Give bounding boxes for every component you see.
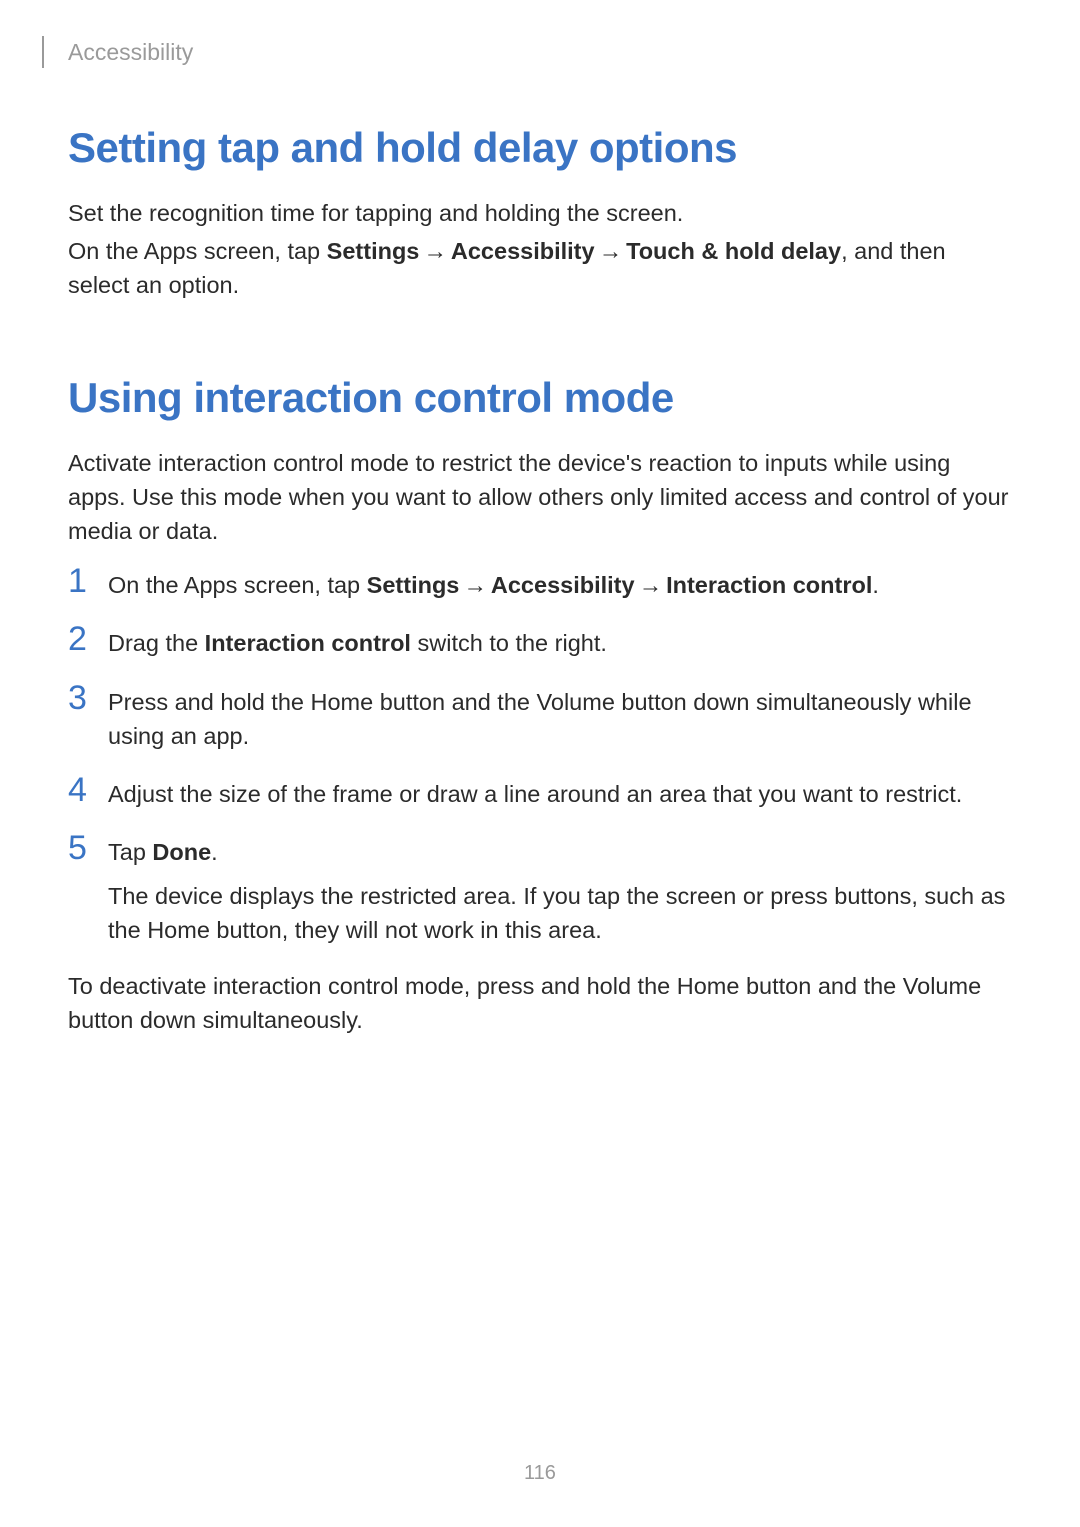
step-number: 5 (68, 831, 108, 865)
arrow-icon: → (419, 238, 451, 264)
bold-touch-hold: Touch & hold delay (626, 238, 841, 264)
header-divider (42, 36, 44, 68)
step-body: Adjust the size of the frame or draw a l… (108, 775, 1012, 811)
section2-title: Using interaction control mode (68, 374, 1012, 422)
arrow-icon: → (459, 572, 491, 598)
section1-title: Setting tap and hold delay options (68, 124, 1012, 172)
step-number: 3 (68, 681, 108, 715)
bold-interaction-control: Interaction control (666, 572, 872, 598)
step-number: 2 (68, 622, 108, 656)
header-section-label: Accessibility (68, 39, 193, 66)
bold-interaction-control: Interaction control (205, 630, 411, 656)
page-content: Accessibility Setting tap and hold delay… (0, 0, 1080, 1037)
bold-done: Done (152, 839, 211, 865)
arrow-icon: → (635, 572, 667, 598)
step-body: Drag the Interaction control switch to t… (108, 624, 1012, 660)
step-number: 1 (68, 564, 108, 598)
section1-p2: On the Apps screen, tap Settings→Accessi… (68, 234, 1012, 302)
bold-accessibility: Accessibility (491, 572, 635, 598)
arrow-icon: → (595, 238, 627, 264)
text: . (872, 572, 879, 598)
step-body: Press and hold the Home button and the V… (108, 683, 1012, 753)
bold-settings: Settings (367, 572, 460, 598)
step-body: Tap Done. The device displays the restri… (108, 833, 1012, 947)
section2-outro: To deactivate interaction control mode, … (68, 969, 1012, 1037)
text: Drag the (108, 630, 205, 656)
text: switch to the right. (411, 630, 607, 656)
page-number: 116 (0, 1462, 1080, 1485)
step-body: On the Apps screen, tap Settings→Accessi… (108, 566, 1012, 602)
step-2: 2 Drag the Interaction control switch to… (68, 624, 1012, 660)
step-list: 1 On the Apps screen, tap Settings→Acces… (68, 566, 1012, 947)
bold-settings: Settings (327, 238, 420, 264)
text: On the Apps screen, tap (68, 238, 327, 264)
step-5: 5 Tap Done. The device displays the rest… (68, 833, 1012, 947)
step-4: 4 Adjust the size of the frame or draw a… (68, 775, 1012, 811)
bold-accessibility: Accessibility (451, 238, 595, 264)
text: . (211, 839, 218, 865)
section2-intro: Activate interaction control mode to res… (68, 446, 1012, 548)
step-3: 3 Press and hold the Home button and the… (68, 683, 1012, 753)
text: On the Apps screen, tap (108, 572, 367, 598)
step-number: 4 (68, 773, 108, 807)
step-1: 1 On the Apps screen, tap Settings→Acces… (68, 566, 1012, 602)
text: Tap (108, 839, 152, 865)
page-header: Accessibility (42, 36, 1012, 68)
step-follow-text: The device displays the restricted area.… (108, 879, 1012, 947)
section1-p1: Set the recognition time for tapping and… (68, 196, 1012, 230)
